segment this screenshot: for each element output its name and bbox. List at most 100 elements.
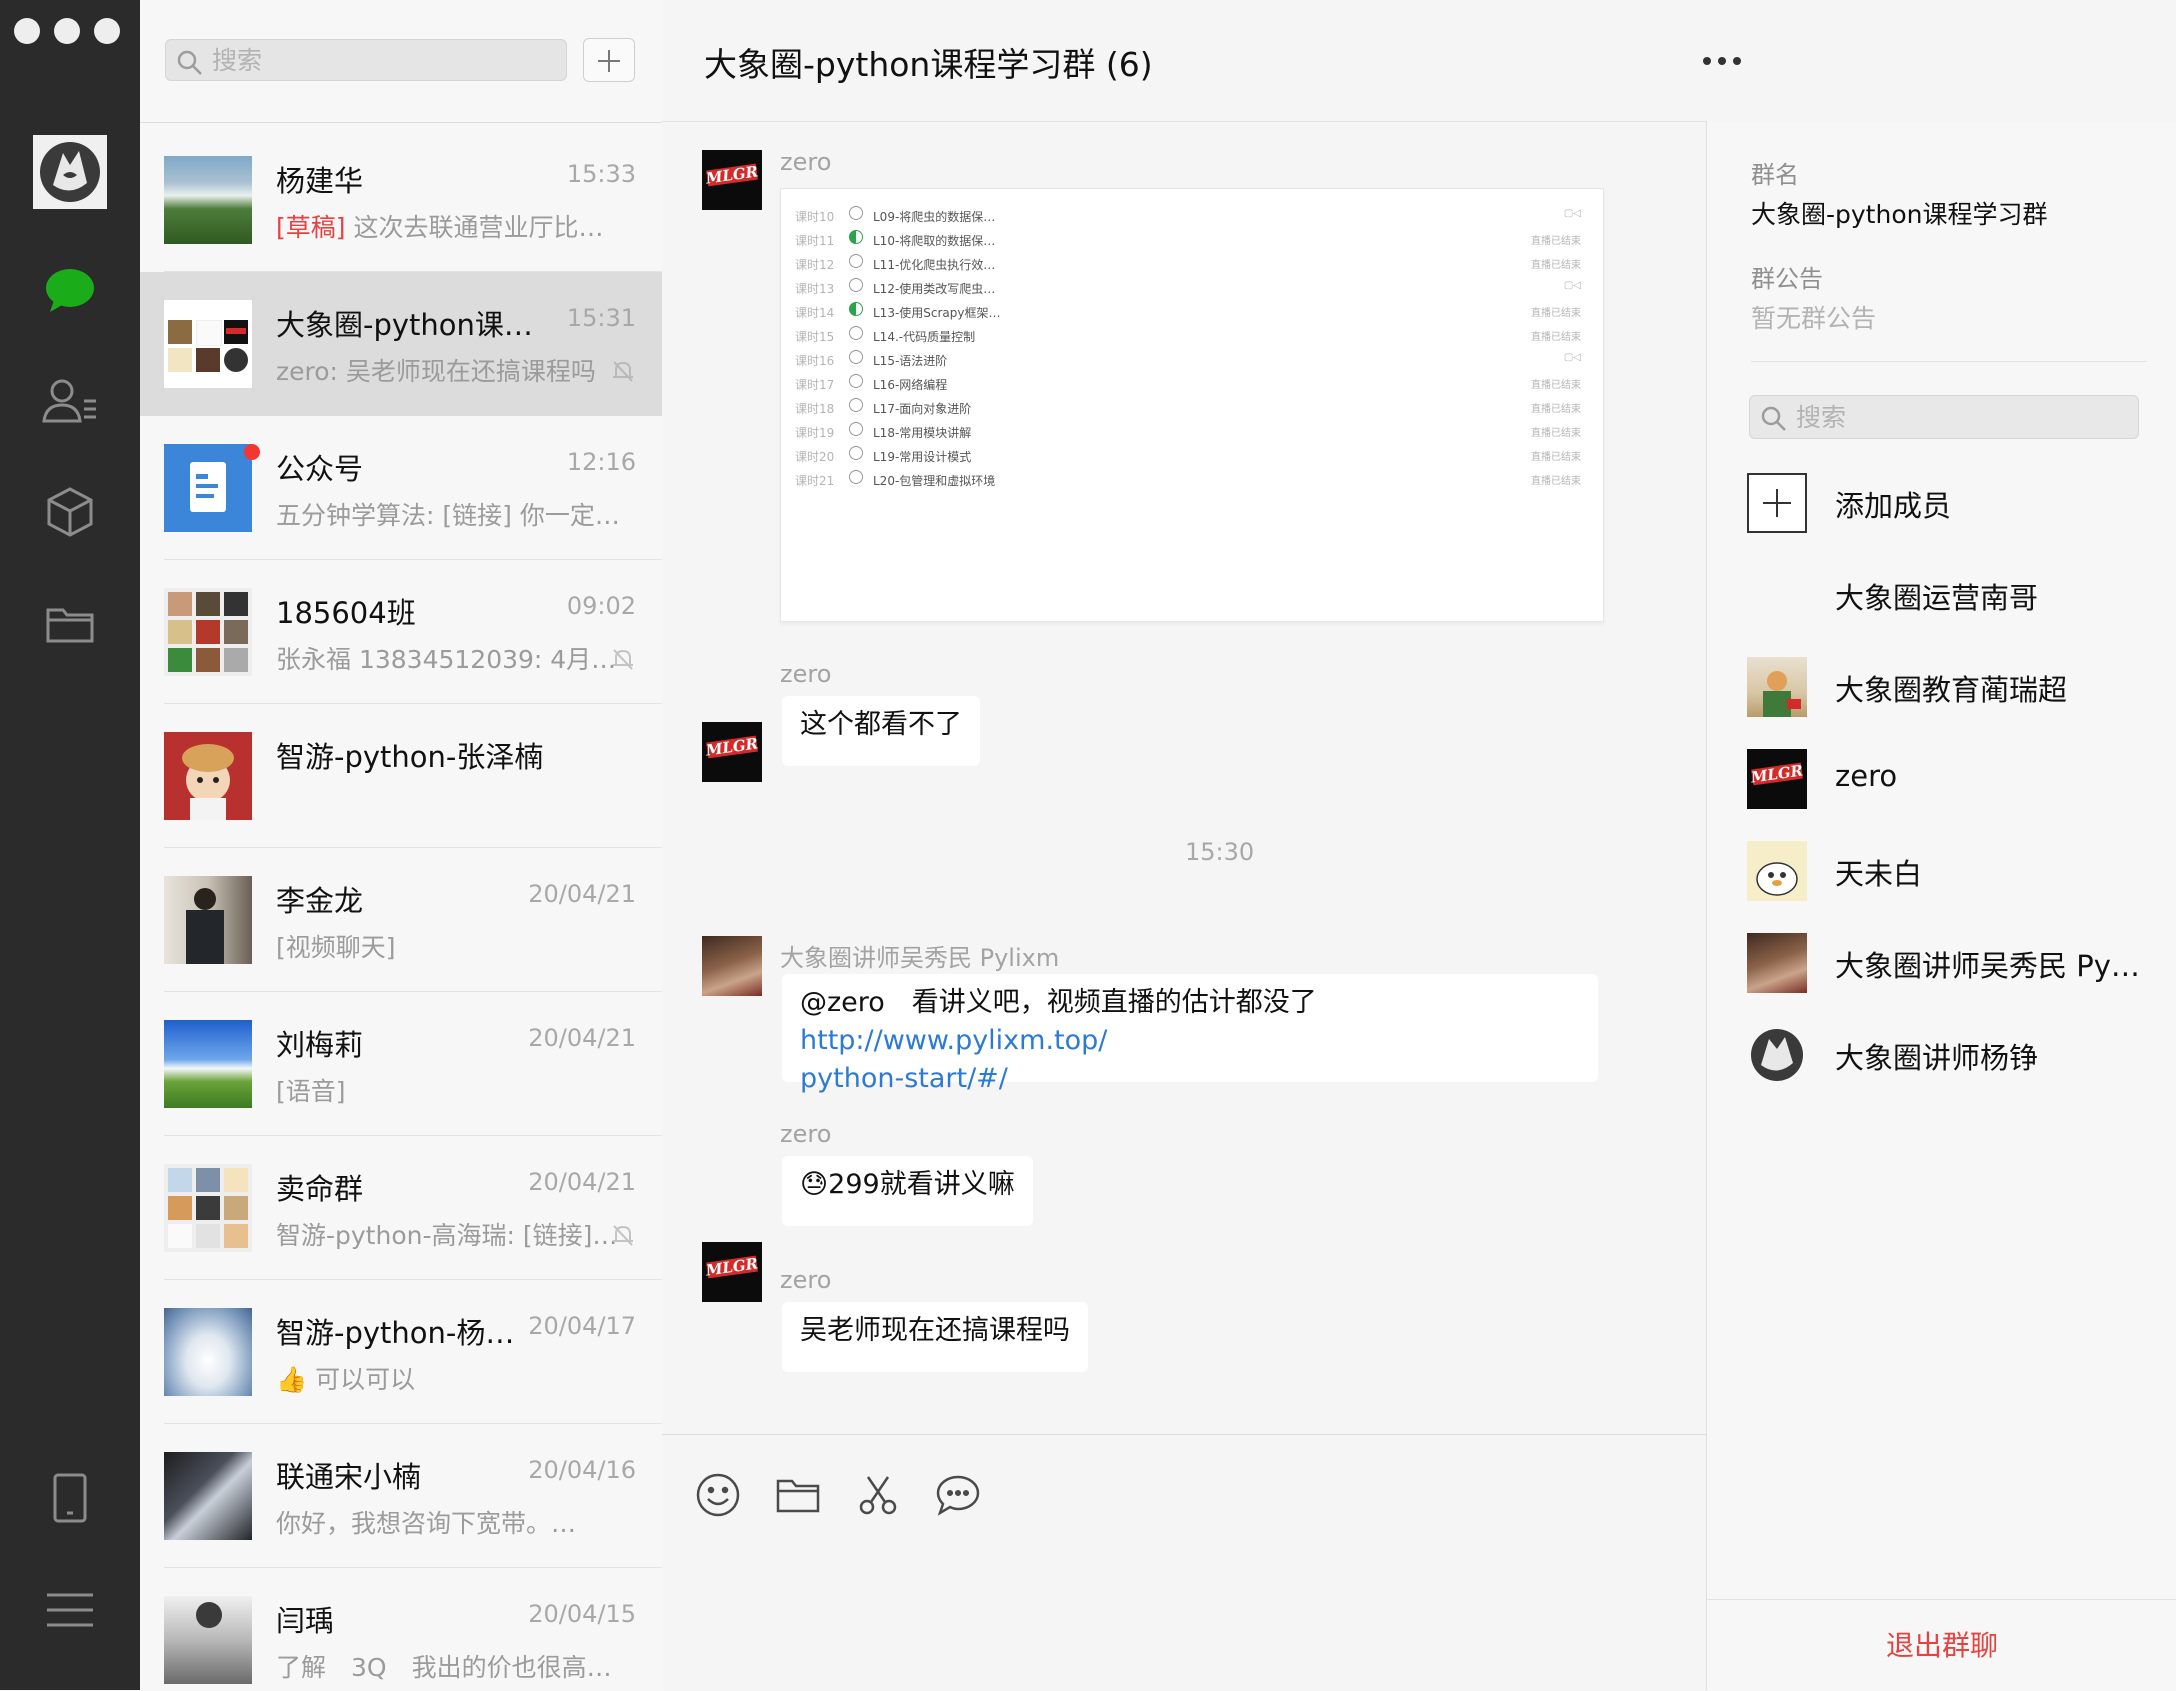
member-avatar: MLGR [1747, 749, 1807, 809]
message-bubble[interactable]: 这个都看不了 [782, 696, 980, 766]
lesson-status: 直播已结束 [1531, 428, 1581, 439]
conversation-item[interactable]: 智游-python-杨… 20/04/17 👍 可以可以 [140, 1280, 662, 1424]
sender-avatar[interactable]: MLGR [702, 150, 762, 210]
conversation-preview: 智游-python-高海瑞: [链接]… [276, 1221, 618, 1250]
sender-name: zero [780, 1120, 832, 1148]
chat-panel: 大象圈-python课程学习群 (6) MLGR zero 课时10 L09-将爬… [662, 0, 1741, 1691]
avatar [164, 1596, 252, 1684]
chat-icon[interactable] [30, 250, 110, 330]
exit-bar: 退出群聊 [1707, 1599, 2176, 1691]
message-link[interactable]: http://www.pylixm.top/python-start/#/ [800, 1025, 1107, 1094]
announcement-value[interactable]: 暂无群公告 [1751, 299, 1876, 335]
message-text: 299就看讲义嘛 [828, 1169, 1015, 1200]
phone-icon[interactable] [30, 1458, 110, 1538]
conversation-list: 搜索 杨建华 15:33 [草稿] 这次去联通营业厅比较… 大象圈-python… [140, 0, 663, 1690]
member-item[interactable]: MLGR zero [1707, 741, 2176, 821]
member-name: zero [1835, 759, 1898, 793]
avatar [164, 1452, 252, 1540]
member-avatar [1747, 657, 1807, 717]
more-options-icon[interactable] [1702, 56, 1742, 66]
sender-avatar[interactable]: MLGR [702, 1242, 762, 1302]
conversation-item[interactable]: 智游-python-张泽楠 [140, 704, 662, 848]
minimize-window-button[interactable] [54, 18, 80, 44]
lesson-status: 直播已结束 [1531, 380, 1581, 391]
conversation-name: 联通宋小楠 [276, 1460, 422, 1494]
sender-name: zero [780, 148, 832, 176]
sender-avatar[interactable] [702, 936, 762, 996]
zoom-window-button[interactable] [94, 18, 120, 44]
conversation-time: 09:02 [566, 592, 636, 620]
profile-avatar[interactable] [30, 132, 110, 212]
add-member-button[interactable]: 添加成员 [1707, 465, 2176, 545]
member-item[interactable]: 大象圈讲师吴秀民 Pyl… [1707, 925, 2176, 1005]
member-search-input[interactable]: 搜索 [1749, 395, 2139, 439]
conversation-preview: [视频聊天] [276, 933, 396, 962]
member-item[interactable]: 天未白 [1707, 833, 2176, 913]
lesson-status: ▢◁ [1563, 208, 1581, 219]
contacts-icon[interactable] [30, 360, 110, 440]
emoji-icon[interactable] [694, 1471, 742, 1519]
conversation-item-active[interactable]: 大象圈-python课程… 15:31 zero: 吴老师现在还搞课程吗 [140, 272, 662, 416]
conversation-name: 智游-python-杨… [276, 1316, 515, 1350]
mute-bell-icon [613, 649, 633, 670]
conversation-item[interactable]: 杨建华 15:33 [草稿] 这次去联通营业厅比较… [140, 128, 662, 272]
plus-icon [1747, 473, 1807, 533]
avatar [164, 156, 252, 244]
progress-circle-icon [849, 326, 863, 340]
member-avatar [1747, 565, 1807, 625]
message-bubble[interactable]: 😓299就看讲义嘛 [782, 1156, 1033, 1226]
search-placeholder: 搜索 [1796, 403, 1847, 432]
chat-title: 大象圈-python课程学习群 (6) [704, 45, 1153, 84]
message-bubble[interactable]: @zero 看讲义吧，视频直播的估计都没了 http://www.pylixm.… [782, 974, 1598, 1094]
progress-circle-icon [849, 230, 863, 244]
conversation-name: 卖命群 [276, 1172, 364, 1206]
lesson-index: 课时21 [795, 474, 835, 488]
conversation-preview: zero: 吴老师现在还搞课程吗 [276, 357, 596, 386]
chat-history-icon[interactable] [934, 1471, 982, 1519]
screenshot-scissors-icon[interactable] [854, 1471, 902, 1519]
conversation-item[interactable]: 闫瑀 20/04/15 了解 3Q 我出的价也很高… [140, 1568, 662, 1690]
sender-avatar[interactable]: MLGR [702, 722, 762, 782]
time-separator: 15:30 [1185, 838, 1255, 866]
member-avatar [1747, 933, 1807, 993]
conversation-time: 20/04/21 [528, 880, 636, 908]
conversation-item[interactable]: 联通宋小楠 20/04/16 你好，我想咨询下宽带。… [140, 1424, 662, 1568]
member-item[interactable]: 大象圈讲师杨铮 [1707, 1017, 2176, 1097]
member-item[interactable]: 大象圈运营南哥 [1707, 557, 2176, 637]
group-name-value[interactable]: 大象圈-python课程学习群 [1751, 195, 2047, 231]
image-message[interactable]: 课时10 L09-将爬虫的数据保… ▢◁ 课时11 L10-将爬取的数据保… 直播已结束课… [780, 188, 1604, 622]
search-input[interactable]: 搜索 [165, 39, 567, 81]
official-accounts-avatar [164, 444, 252, 532]
message-composer[interactable] [662, 1434, 1706, 1691]
exit-group-button[interactable]: 退出群聊 [1707, 1624, 2176, 1664]
course-list-row: 课时21 L20-包管理和虚拟环境 直播已结束 [781, 463, 1603, 496]
preview-text: 这次去联通营业厅比较… [353, 213, 621, 242]
member-avatar [1747, 1025, 1807, 1085]
progress-circle-icon [849, 350, 863, 364]
sender-name: zero [780, 660, 832, 688]
conversation-item[interactable]: 卖命群 20/04/21 智游-python-高海瑞: [链接]… [140, 1136, 662, 1280]
add-chat-button[interactable] [583, 38, 635, 82]
conversation-item[interactable]: 刘梅莉 20/04/21 [语音] [140, 992, 662, 1136]
conversation-name: 185604班 [276, 596, 416, 630]
progress-circle-icon [849, 446, 863, 460]
menu-icon[interactable] [30, 1570, 110, 1650]
conversation-time: 20/04/16 [528, 1456, 636, 1484]
conversation-time: 15:31 [566, 304, 636, 332]
message-bubble[interactable]: 吴老师现在还搞课程吗 [782, 1302, 1088, 1372]
files-folder-icon[interactable] [30, 584, 110, 664]
search-icon [1761, 406, 1786, 431]
mini-programs-icon[interactable] [30, 472, 110, 552]
close-window-button[interactable] [14, 18, 40, 44]
mute-bell-icon [613, 1225, 633, 1246]
conversation-item[interactable]: 公众号 12:16 五分钟学算法: [链接] 你一定听… [140, 416, 662, 560]
member-item[interactable]: 大象圈教育蔺瑞超 [1707, 649, 2176, 729]
progress-circle-icon [849, 422, 863, 436]
announcement-label: 群公告 [1751, 265, 1823, 293]
sender-name: zero [780, 1266, 832, 1294]
conversation-item[interactable]: 185604班 09:02 张永福 13834512039: 4月… [140, 560, 662, 704]
conversation-item[interactable]: 李金龙 20/04/21 [视频聊天] [140, 848, 662, 992]
file-folder-icon[interactable] [774, 1471, 822, 1519]
search-icon [177, 50, 202, 75]
member-name: 天未白 [1835, 857, 1923, 891]
